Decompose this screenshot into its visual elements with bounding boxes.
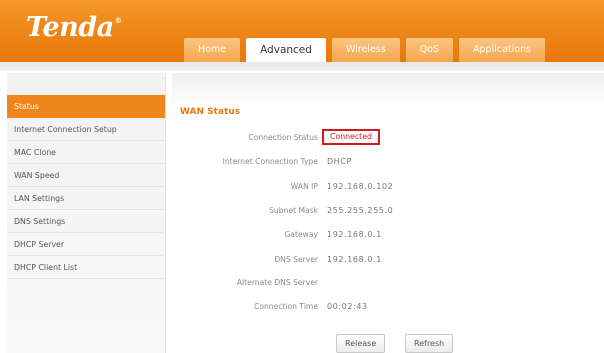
tab-applications[interactable]: Applications — [459, 38, 546, 62]
release-button[interactable]: Release — [336, 334, 386, 353]
connection-time-label: Connection Time — [254, 302, 318, 311]
refresh-button[interactable]: Refresh — [405, 334, 454, 353]
subnet-mask-value: 255.255.255.0 — [327, 206, 394, 215]
header-divider-strip — [0, 62, 604, 71]
main-content: WAN Status Connection Status Connected I… — [172, 73, 604, 353]
sidebar-item-internet-connection-setup[interactable]: Internet Connection Setup — [7, 118, 165, 141]
connection-status-label: Connection Status — [248, 133, 318, 142]
connection-status-value: Connected — [322, 129, 380, 145]
sidebar-top-spacer — [7, 73, 165, 95]
sidebar-item-dns-settings[interactable]: DNS Settings — [7, 210, 165, 233]
tab-qos[interactable]: QoS — [405, 38, 454, 62]
row-connection-time: Connection Time 00:02:43 — [172, 300, 604, 314]
tab-advanced[interactable]: Advanced — [246, 38, 326, 62]
sidebar-item-status[interactable]: Status — [7, 95, 165, 118]
row-subnet-mask: Subnet Mask 255.255.255.0 — [172, 204, 604, 218]
tab-wireless[interactable]: Wireless — [331, 38, 400, 62]
wan-ip-label: WAN IP — [290, 182, 318, 191]
brand-logo: Tenda® — [26, 12, 122, 43]
wan-ip-value: 192.168.0.102 — [327, 182, 394, 191]
gateway-label: Gateway — [284, 230, 318, 239]
subnet-mask-label: Subnet Mask — [269, 206, 318, 215]
brand-name: Tenda — [26, 12, 114, 43]
connection-type-label: Internet Connection Type — [222, 157, 318, 166]
registered-mark: ® — [114, 16, 122, 25]
connection-time-value: 00:02:43 — [327, 302, 368, 311]
dns-server-value: 192.168.0.1 — [327, 255, 382, 264]
dns-server-label: DNS Server — [274, 255, 318, 264]
row-connection-status: Connection Status Connected — [172, 129, 604, 145]
sidebar: Status Internet Connection Setup MAC Clo… — [7, 73, 166, 353]
section-title: WAN Status — [180, 107, 241, 117]
row-connection-type: Internet Connection Type DHCP — [172, 155, 604, 169]
connection-type-value: DHCP — [327, 157, 352, 166]
row-wan-ip: WAN IP 192.168.0.102 — [172, 180, 604, 194]
sidebar-item-lan-settings[interactable]: LAN Settings — [7, 187, 165, 210]
sidebar-item-dhcp-client-list[interactable]: DHCP Client List — [7, 256, 165, 279]
row-gateway: Gateway 192.168.0.1 — [172, 228, 604, 242]
row-alternate-dns-server: Alternate DNS Server — [172, 276, 604, 290]
main-nav-tabs: Home Advanced Wireless QoS Applications — [184, 38, 551, 62]
gateway-value: 192.168.0.1 — [327, 230, 382, 239]
sidebar-item-mac-clone[interactable]: MAC Clone — [7, 141, 165, 164]
tab-home[interactable]: Home — [184, 38, 241, 62]
sidebar-item-dhcp-server[interactable]: DHCP Server — [7, 233, 165, 256]
alternate-dns-server-label: Alternate DNS Server — [236, 278, 318, 287]
header-bar: Tenda® Home Advanced Wireless QoS Applic… — [0, 0, 604, 62]
sidebar-item-wan-speed[interactable]: WAN Speed — [7, 164, 165, 187]
row-dns-server: DNS Server 192.168.0.1 — [172, 253, 604, 267]
